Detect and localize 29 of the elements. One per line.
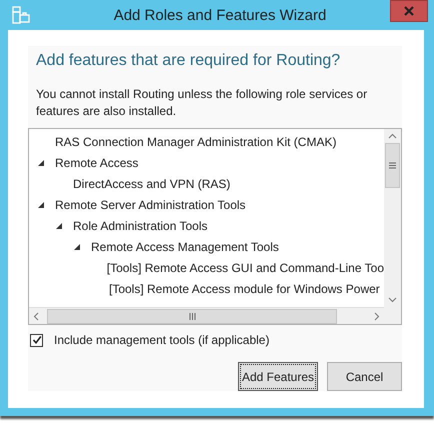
close-icon: [404, 6, 414, 16]
checkbox-label[interactable]: Include management tools (if applicable): [54, 333, 270, 347]
close-button[interactable]: [390, 0, 428, 22]
tree-item[interactable]: [Tools] Remote Access GUI and Command-Line Too: [106, 260, 384, 274]
expanded-triangle-icon[interactable]: [37, 200, 45, 208]
cancel-button[interactable]: Cancel: [327, 362, 402, 391]
scroll-thumb[interactable]: [47, 308, 337, 324]
window-title: Add Roles and Features Wizard: [112, 6, 328, 24]
horizontal-scrollbar[interactable]: [29, 307, 384, 324]
checkbox[interactable]: [30, 334, 43, 346]
tree-item[interactable]: Role Administration Tools: [73, 218, 208, 232]
message-text: You cannot install Routing unless the following role services or features are also installed.: [35, 86, 368, 120]
tree-item[interactable]: [Tools] Remote Access module for Windows Power: [109, 282, 380, 296]
tree-item[interactable]: DirectAccess and VPN (RAS): [73, 176, 230, 190]
check-icon: [32, 335, 42, 345]
grip-icon: [389, 162, 396, 169]
tree-item[interactable]: RAS Connection Manager Administration Kit (CMAK): [55, 134, 336, 148]
tree-item[interactable]: Remote Access: [55, 156, 138, 170]
expanded-triangle-icon[interactable]: [73, 242, 81, 250]
vertical-scrollbar[interactable]: [384, 129, 401, 307]
dialog-heading: Add features that are required for Routing?: [35, 51, 342, 70]
expanded-triangle-icon[interactable]: [55, 222, 63, 230]
add-features-button[interactable]: Add Features: [238, 362, 318, 391]
expanded-triangle-icon[interactable]: [37, 158, 45, 166]
tree-item[interactable]: Remote Access Management Tools: [91, 240, 279, 254]
server-toolbox-icon: [12, 6, 30, 24]
tree-item[interactable]: Remote Server Administration Tools: [55, 198, 246, 212]
scroll-thumb[interactable]: [385, 143, 400, 188]
grip-icon: [188, 312, 196, 320]
